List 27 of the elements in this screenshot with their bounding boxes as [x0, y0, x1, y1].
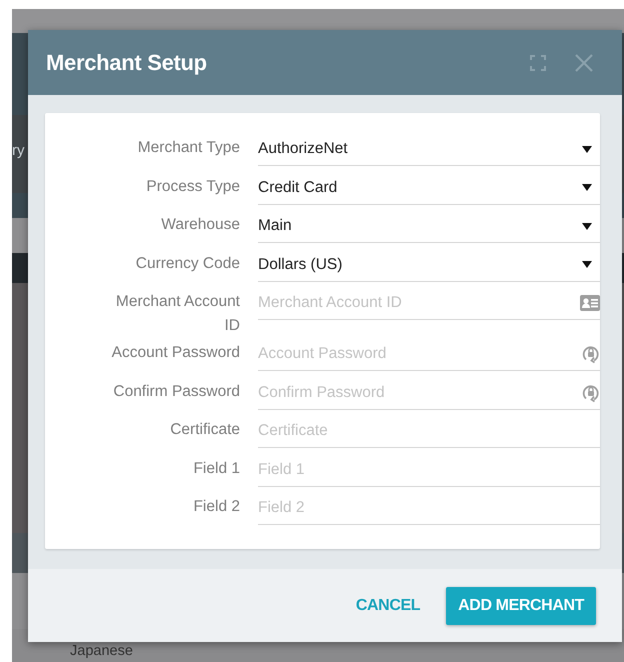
input-field[interactable]: Field 1: [258, 454, 600, 484]
header-text: ry: [12, 142, 24, 159]
dropdown[interactable]: Dollars (US): [258, 248, 600, 282]
input-field[interactable]: Certificate: [258, 416, 600, 446]
field-label: Warehouse: [161, 215, 240, 235]
close-icon[interactable]: [574, 52, 594, 72]
field-label: Field 2: [193, 497, 240, 517]
fullscreen-icon[interactable]: [530, 54, 546, 70]
lock-rotate-icon: [582, 344, 600, 364]
field-label: Confirm Password: [113, 382, 240, 402]
dropdown[interactable]: Credit Card: [258, 172, 600, 204]
input-field[interactable]: Merchant Account ID: [258, 288, 574, 318]
list-item-text: Japanese: [70, 643, 133, 660]
password-field[interactable]: Account Password: [258, 339, 576, 369]
field-label: Merchant Account ID: [114, 292, 240, 336]
field-label: Currency Code: [136, 254, 240, 274]
field-label: Certificate: [170, 420, 240, 440]
lock-rotate-icon: [582, 382, 600, 402]
field-label: Account Password: [112, 343, 240, 363]
dropdown[interactable]: Main: [258, 210, 600, 243]
password-field[interactable]: Confirm Password: [258, 378, 576, 408]
field-label: Process Type: [146, 176, 240, 196]
dropdown[interactable]: AuthorizeNet: [258, 133, 600, 166]
field-label: Field 1: [193, 458, 240, 478]
input-field[interactable]: Field 2: [258, 493, 600, 523]
dialog-title: Merchant Setup: [46, 50, 208, 76]
field-label: Merchant Type: [138, 138, 240, 158]
